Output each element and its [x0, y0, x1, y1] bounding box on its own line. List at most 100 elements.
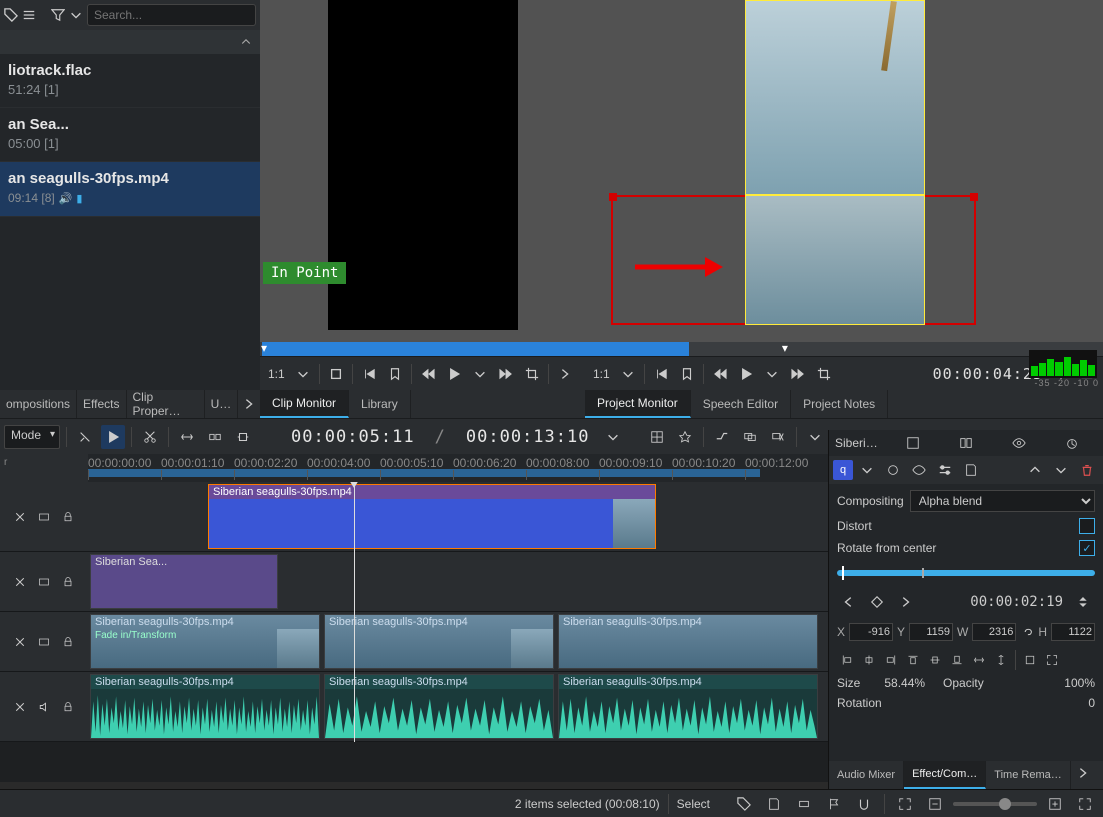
ripple-icon[interactable] — [203, 425, 227, 449]
spacer-icon[interactable] — [175, 425, 199, 449]
clip[interactable]: Siberian seagulls-30fps.mp4 — [324, 614, 554, 669]
link-icon[interactable] — [1020, 620, 1034, 644]
overlay-clip-top[interactable] — [745, 0, 925, 195]
track-head[interactable] — [0, 672, 88, 741]
h-input[interactable] — [1051, 623, 1095, 641]
zoom-label[interactable]: 1:1 — [264, 367, 289, 381]
search-input[interactable] — [87, 4, 256, 26]
tab-compositions[interactable]: ompositions — [0, 390, 77, 418]
cut-icon[interactable] — [138, 425, 162, 449]
save-icon[interactable] — [762, 792, 786, 816]
overlay-clip-bottom[interactable] — [745, 195, 925, 325]
set-in-icon[interactable] — [324, 362, 348, 386]
tag-icon[interactable] — [732, 792, 756, 816]
keyframe-timecode[interactable]: 00:00:02:19 — [921, 594, 1067, 610]
tab-time-remap[interactable]: Time Rema… — [986, 761, 1070, 789]
clip[interactable]: Siberian seagulls-30fps.mp4 Fade in/Tran… — [90, 614, 320, 669]
chevron-down-icon[interactable] — [468, 362, 492, 386]
tab-effects[interactable]: Effects — [77, 390, 126, 418]
clip[interactable]: Siberian Sea... — [90, 554, 278, 609]
original-size-icon[interactable] — [1020, 650, 1040, 670]
ruler-head[interactable]: r — [0, 454, 88, 482]
tab-speech-editor[interactable]: Speech Editor — [691, 390, 791, 418]
project-monitor-ruler[interactable]: ▾ — [585, 342, 1103, 356]
kf-add-icon[interactable] — [865, 590, 889, 614]
align-right-icon[interactable] — [881, 650, 901, 670]
next-icon[interactable] — [553, 362, 577, 386]
audio-clip[interactable]: Siberian seagulls-30fps.mp4 — [558, 674, 818, 739]
handle-icon[interactable] — [609, 193, 617, 201]
ruler-zone[interactable] — [88, 469, 760, 477]
save-icon[interactable] — [959, 458, 983, 482]
zoom-in-icon[interactable] — [1043, 792, 1067, 816]
timer-icon[interactable] — [1048, 431, 1097, 455]
chevron-down-icon[interactable] — [69, 3, 83, 27]
bin-item[interactable]: an Sea... 05:00 [1] — [0, 108, 260, 162]
edit-mode-select[interactable]: Mode — [4, 425, 60, 449]
compositing-select[interactable]: Alpha blend — [910, 490, 1095, 512]
composite-icon[interactable] — [738, 425, 762, 449]
track-head[interactable] — [0, 552, 88, 611]
spinner-icon[interactable] — [1071, 590, 1095, 614]
composite-remove-icon[interactable] — [766, 425, 790, 449]
split-icon[interactable] — [941, 431, 990, 455]
opacity-value[interactable]: 100% — [1064, 676, 1095, 690]
audio-clip[interactable]: Siberian seagulls-30fps.mp4 — [90, 674, 320, 739]
tab-clip-monitor[interactable]: Clip Monitor — [260, 390, 349, 418]
clip-selected[interactable]: Siberian seagulls-30fps.mp4 — [208, 484, 656, 549]
playhead[interactable] — [354, 482, 355, 742]
filter-icon[interactable] — [51, 3, 65, 27]
fit-icon[interactable] — [893, 792, 917, 816]
keyframe-icon[interactable] — [881, 458, 905, 482]
video-icon[interactable] — [35, 573, 53, 591]
chevron-down-icon[interactable] — [760, 362, 784, 386]
chevron-down-icon[interactable] — [616, 362, 640, 386]
save-icon[interactable] — [888, 431, 937, 455]
zoom-slider[interactable] — [953, 802, 1037, 806]
keyframe-slider[interactable] — [837, 570, 1095, 576]
align-bottom-icon[interactable] — [947, 650, 967, 670]
tab-library[interactable]: Library — [349, 390, 411, 418]
clip-monitor-canvas[interactable]: In Point — [260, 0, 585, 342]
chevron-down-icon[interactable] — [601, 425, 625, 449]
zoom-out-icon[interactable] — [923, 792, 947, 816]
flag-icon[interactable] — [822, 792, 846, 816]
fx-icon[interactable] — [11, 633, 29, 651]
forward-icon[interactable] — [494, 362, 518, 386]
tag-icon[interactable] — [4, 3, 18, 27]
scroll-right-icon[interactable] — [1071, 761, 1095, 785]
bin-collapse[interactable] — [0, 30, 260, 54]
fit-height-icon[interactable] — [991, 650, 1011, 670]
tab-project-notes[interactable]: Project Notes — [791, 390, 888, 418]
marker-icon[interactable] — [675, 362, 699, 386]
settings-icon[interactable] — [933, 458, 957, 482]
handle-icon[interactable] — [970, 193, 978, 201]
chevron-down-icon[interactable] — [803, 425, 827, 449]
lock-icon[interactable] — [59, 633, 77, 651]
clip-monitor-ruler[interactable]: ▾ — [260, 342, 585, 356]
select-mode[interactable]: Select — [677, 797, 710, 811]
zoom-fit-icon[interactable] — [1042, 650, 1062, 670]
lock-icon[interactable] — [59, 698, 77, 716]
slip-icon[interactable] — [231, 425, 255, 449]
tab-audio-mixer[interactable]: Audio Mixer — [829, 761, 904, 789]
chevron-down-icon[interactable] — [855, 458, 879, 482]
zone-icon[interactable] — [792, 792, 816, 816]
crop-icon[interactable] — [520, 362, 544, 386]
bin-item[interactable]: an seagulls-30fps.mp4 09:14 [8]🔊▮ — [0, 162, 260, 216]
fullscreen-icon[interactable] — [1073, 792, 1097, 816]
play-icon[interactable] — [442, 362, 466, 386]
align-top-icon[interactable] — [903, 650, 923, 670]
scroll-right-icon[interactable] — [238, 392, 260, 416]
tab-effect-compo[interactable]: Effect/Com… — [904, 761, 986, 789]
marker-icon[interactable] — [383, 362, 407, 386]
tab-project-monitor[interactable]: Project Monitor — [585, 390, 691, 418]
delete-icon[interactable] — [1075, 458, 1099, 482]
fx-icon[interactable] — [11, 573, 29, 591]
snap-icon[interactable] — [852, 792, 876, 816]
bin-item[interactable]: liotrack.flac 51:24 [1] — [0, 54, 260, 108]
track-head[interactable] — [0, 612, 88, 671]
rotate-center-checkbox[interactable]: ✓ — [1079, 540, 1095, 556]
more-icon[interactable] — [22, 3, 36, 27]
move-down-icon[interactable] — [1049, 458, 1073, 482]
